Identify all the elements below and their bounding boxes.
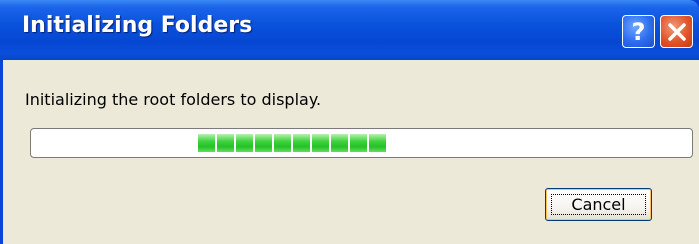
progress-block [236, 134, 253, 152]
dialog-body: Initializing the root folders to display… [3, 60, 699, 244]
dialog-window: Initializing Folders ? Initializing the … [0, 0, 699, 244]
progress-block [274, 134, 291, 152]
cancel-button[interactable]: Cancel [545, 188, 652, 221]
progress-block [255, 134, 272, 152]
progress-bar [30, 128, 693, 158]
progress-block [369, 134, 386, 152]
progress-marquee [198, 134, 386, 152]
progress-block [350, 134, 367, 152]
focus-rect [551, 194, 646, 215]
window-title: Initializing Folders [22, 13, 253, 38]
close-button[interactable] [660, 15, 693, 48]
help-icon: ? [631, 17, 646, 46]
status-message: Initializing the root folders to display… [25, 90, 322, 109]
title-bar[interactable]: Initializing Folders ? [0, 0, 699, 60]
progress-block [198, 134, 215, 152]
progress-block [331, 134, 348, 152]
progress-block [293, 134, 310, 152]
progress-block [217, 134, 234, 152]
progress-block [312, 134, 329, 152]
help-button[interactable]: ? [622, 15, 655, 48]
close-icon [667, 22, 686, 41]
